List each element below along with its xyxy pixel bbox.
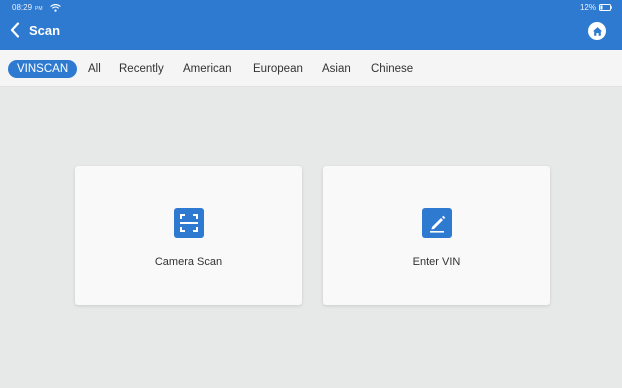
chevron-left-icon[interactable] <box>10 22 20 38</box>
battery-percent: 12% <box>579 3 596 12</box>
status-right: 12% <box>580 3 612 12</box>
status-time: 08:29 PM <box>12 3 61 12</box>
tab-vinscan[interactable]: VINSCAN <box>8 60 78 78</box>
status-bar: 08:29 PM 12% <box>0 0 622 13</box>
status-time-value: 08:29 <box>12 3 33 12</box>
tab-recently[interactable]: Recently <box>119 61 164 79</box>
edit-pencil-icon <box>421 208 452 238</box>
home-icon <box>592 26 602 36</box>
enter-vin-card[interactable]: Enter VIN <box>323 166 550 305</box>
tab-asian[interactable]: Asian <box>322 61 351 79</box>
enter-vin-label: Enter VIN <box>412 256 461 268</box>
battery-icon <box>599 4 612 11</box>
page-title: Scan <box>29 23 61 38</box>
tab-all[interactable]: All <box>88 61 101 79</box>
home-button[interactable] <box>588 22 606 40</box>
status-ampm: PM <box>35 5 43 12</box>
camera-scan-card[interactable]: Camera Scan <box>75 166 302 305</box>
tab-european[interactable]: European <box>253 61 303 79</box>
tab-american[interactable]: American <box>183 61 232 79</box>
tab-chinese[interactable]: Chinese <box>371 61 413 79</box>
camera-scan-label: Camera Scan <box>154 256 223 268</box>
wifi-icon <box>49 3 61 12</box>
camera-scan-icon <box>173 208 204 238</box>
category-tab-bar: VINSCAN All Recently American European A… <box>0 50 622 87</box>
app-header: 08:29 PM 12% Scan <box>0 0 622 50</box>
